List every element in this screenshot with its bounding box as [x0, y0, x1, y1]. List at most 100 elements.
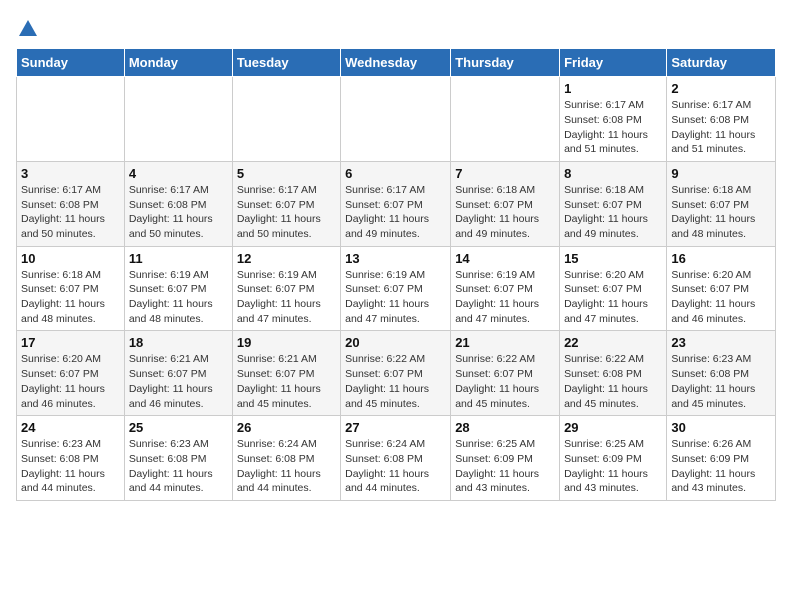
day-number: 21	[455, 335, 555, 350]
calendar-cell: 12Sunrise: 6:19 AM Sunset: 6:07 PM Dayli…	[232, 246, 340, 331]
calendar-cell: 19 Sunrise: 6:21 AM Sunset: 6:07 PM Dayli…	[232, 331, 340, 416]
day-number: 24	[21, 420, 120, 435]
calendar-table: SundayMondayTuesdayWednesdayThursdayFrid…	[16, 48, 776, 501]
calendar-cell: 18Sunrise: 6:21 AM Sunset: 6:07 PM Dayli…	[124, 331, 232, 416]
day-info: Sunrise: 6:24 AM Sunset: 6:08 PM Dayligh…	[237, 437, 336, 496]
day-number: 6	[345, 166, 446, 181]
calendar-cell: 8Sunrise: 6:18 AM Sunset: 6:07 PM Daylig…	[560, 161, 667, 246]
calendar-cell: 14 Sunrise: 6:19 AM Sunset: 6:07 PM Dayli…	[451, 246, 560, 331]
day-info: Sunrise: 6:26 AM Sunset: 6:09 PM Dayligh…	[671, 437, 771, 496]
day-number: 9	[671, 166, 771, 181]
calendar-cell: 23Sunrise: 6:23 AM Sunset: 6:08 PM Dayli…	[667, 331, 776, 416]
day-number: 1	[564, 81, 662, 96]
day-info: Sunrise: 6:19 AM Sunset: 6:07 PM Dayligh…	[129, 268, 228, 327]
day-number: 14	[455, 251, 555, 266]
day-number: 30	[671, 420, 771, 435]
day-number: 4	[129, 166, 228, 181]
day-info: Sunrise: 6:18 AM Sunset: 6:07 PM Dayligh…	[455, 183, 555, 242]
day-info: Sunrise: 6:19 AM Sunset: 6:07 PM Dayligh…	[455, 268, 555, 327]
calendar-cell	[232, 77, 340, 162]
day-info: Sunrise: 6:18 AM Sunset: 6:07 PM Dayligh…	[21, 268, 120, 327]
day-number: 12	[237, 251, 336, 266]
calendar-cell: 25Sunrise: 6:23 AM Sunset: 6:08 PM Dayli…	[124, 416, 232, 501]
day-number: 27	[345, 420, 446, 435]
calendar-cell: 1 Sunrise: 6:17 AM Sunset: 6:08 PM Daylig…	[560, 77, 667, 162]
calendar-cell: 11 Sunrise: 6:19 AM Sunset: 6:07 PM Dayli…	[124, 246, 232, 331]
day-info: Sunrise: 6:20 AM Sunset: 6:07 PM Dayligh…	[564, 268, 662, 327]
day-info: Sunrise: 6:22 AM Sunset: 6:07 PM Dayligh…	[345, 352, 446, 411]
day-number: 11	[129, 251, 228, 266]
calendar-cell: 10 Sunrise: 6:18 AM Sunset: 6:07 PM Dayli…	[17, 246, 125, 331]
day-info: Sunrise: 6:18 AM Sunset: 6:07 PM Dayligh…	[564, 183, 662, 242]
weekday-header: Saturday	[667, 49, 776, 77]
day-info: Sunrise: 6:18 AM Sunset: 6:07 PM Dayligh…	[671, 183, 771, 242]
day-number: 10	[21, 251, 120, 266]
day-info: Sunrise: 6:25 AM Sunset: 6:09 PM Dayligh…	[455, 437, 555, 496]
calendar-cell: 9 Sunrise: 6:18 AM Sunset: 6:07 PM Daylig…	[667, 161, 776, 246]
day-number: 3	[21, 166, 120, 181]
calendar-cell: 29Sunrise: 6:25 AM Sunset: 6:09 PM Dayli…	[560, 416, 667, 501]
day-number: 19	[237, 335, 336, 350]
calendar-cell: 20 Sunrise: 6:22 AM Sunset: 6:07 PM Dayli…	[341, 331, 451, 416]
calendar-cell: 6 Sunrise: 6:17 AM Sunset: 6:07 PM Daylig…	[341, 161, 451, 246]
calendar-cell: 27 Sunrise: 6:24 AM Sunset: 6:08 PM Dayli…	[341, 416, 451, 501]
day-number: 17	[21, 335, 120, 350]
calendar-week-row: 3 Sunrise: 6:17 AM Sunset: 6:08 PM Daylig…	[17, 161, 776, 246]
calendar-cell: 2 Sunrise: 6:17 AM Sunset: 6:08 PM Daylig…	[667, 77, 776, 162]
day-info: Sunrise: 6:17 AM Sunset: 6:08 PM Dayligh…	[129, 183, 228, 242]
day-number: 18	[129, 335, 228, 350]
weekday-header: Wednesday	[341, 49, 451, 77]
weekday-header: Thursday	[451, 49, 560, 77]
day-number: 28	[455, 420, 555, 435]
calendar-week-row: 10 Sunrise: 6:18 AM Sunset: 6:07 PM Dayli…	[17, 246, 776, 331]
day-info: Sunrise: 6:22 AM Sunset: 6:08 PM Dayligh…	[564, 352, 662, 411]
day-number: 13	[345, 251, 446, 266]
calendar-cell: 13 Sunrise: 6:19 AM Sunset: 6:07 PM Dayli…	[341, 246, 451, 331]
day-info: Sunrise: 6:21 AM Sunset: 6:07 PM Dayligh…	[237, 352, 336, 411]
calendar-cell: 15 Sunrise: 6:20 AM Sunset: 6:07 PM Dayli…	[560, 246, 667, 331]
calendar-cell	[341, 77, 451, 162]
day-info: Sunrise: 6:17 AM Sunset: 6:07 PM Dayligh…	[237, 183, 336, 242]
calendar-cell: 4 Sunrise: 6:17 AM Sunset: 6:08 PM Daylig…	[124, 161, 232, 246]
day-info: Sunrise: 6:23 AM Sunset: 6:08 PM Dayligh…	[129, 437, 228, 496]
calendar-cell	[17, 77, 125, 162]
day-info: Sunrise: 6:24 AM Sunset: 6:08 PM Dayligh…	[345, 437, 446, 496]
day-number: 15	[564, 251, 662, 266]
day-number: 23	[671, 335, 771, 350]
day-number: 20	[345, 335, 446, 350]
day-info: Sunrise: 6:17 AM Sunset: 6:08 PM Dayligh…	[671, 98, 771, 157]
day-info: Sunrise: 6:20 AM Sunset: 6:07 PM Dayligh…	[21, 352, 120, 411]
day-number: 22	[564, 335, 662, 350]
weekday-header: Monday	[124, 49, 232, 77]
calendar-cell: 17 Sunrise: 6:20 AM Sunset: 6:07 PM Dayli…	[17, 331, 125, 416]
weekday-header: Friday	[560, 49, 667, 77]
calendar-cell: 24 Sunrise: 6:23 AM Sunset: 6:08 PM Dayli…	[17, 416, 125, 501]
day-info: Sunrise: 6:20 AM Sunset: 6:07 PM Dayligh…	[671, 268, 771, 327]
calendar-cell: 30 Sunrise: 6:26 AM Sunset: 6:09 PM Dayli…	[667, 416, 776, 501]
day-info: Sunrise: 6:17 AM Sunset: 6:07 PM Dayligh…	[345, 183, 446, 242]
day-number: 7	[455, 166, 555, 181]
calendar-week-row: 1 Sunrise: 6:17 AM Sunset: 6:08 PM Daylig…	[17, 77, 776, 162]
day-info: Sunrise: 6:25 AM Sunset: 6:09 PM Dayligh…	[564, 437, 662, 496]
day-info: Sunrise: 6:22 AM Sunset: 6:07 PM Dayligh…	[455, 352, 555, 411]
logo-icon	[17, 18, 39, 40]
calendar-cell: 3 Sunrise: 6:17 AM Sunset: 6:08 PM Daylig…	[17, 161, 125, 246]
weekday-header: Tuesday	[232, 49, 340, 77]
day-info: Sunrise: 6:23 AM Sunset: 6:08 PM Dayligh…	[21, 437, 120, 496]
day-number: 5	[237, 166, 336, 181]
page-header	[16, 16, 776, 40]
day-number: 16	[671, 251, 771, 266]
calendar-cell: 16 Sunrise: 6:20 AM Sunset: 6:07 PM Dayli…	[667, 246, 776, 331]
calendar-cell: 28 Sunrise: 6:25 AM Sunset: 6:09 PM Dayli…	[451, 416, 560, 501]
calendar-cell	[124, 77, 232, 162]
day-info: Sunrise: 6:17 AM Sunset: 6:08 PM Dayligh…	[21, 183, 120, 242]
logo-text	[16, 16, 40, 40]
day-number: 2	[671, 81, 771, 96]
day-info: Sunrise: 6:19 AM Sunset: 6:07 PM Dayligh…	[345, 268, 446, 327]
day-number: 26	[237, 420, 336, 435]
day-info: Sunrise: 6:17 AM Sunset: 6:08 PM Dayligh…	[564, 98, 662, 157]
calendar-cell: 21 Sunrise: 6:22 AM Sunset: 6:07 PM Dayli…	[451, 331, 560, 416]
weekday-header: Sunday	[17, 49, 125, 77]
calendar-header-row: SundayMondayTuesdayWednesdayThursdayFrid…	[17, 49, 776, 77]
logo	[16, 16, 40, 40]
